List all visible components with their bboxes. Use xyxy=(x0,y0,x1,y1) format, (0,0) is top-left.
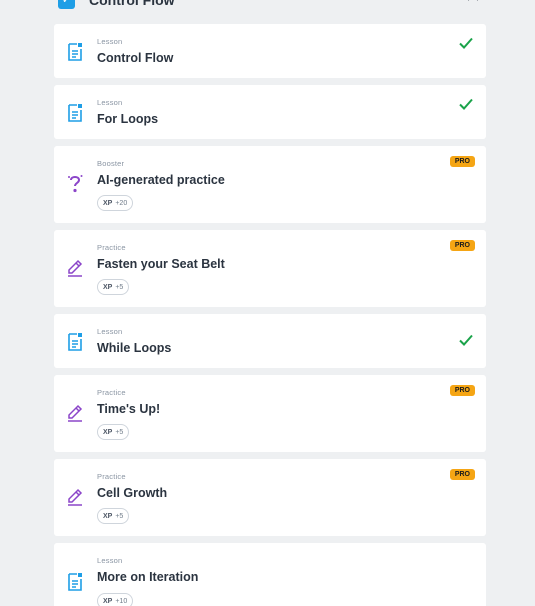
pro-badge: PRO xyxy=(449,240,475,251)
lesson-card-for-loops[interactable]: Lesson For Loops xyxy=(54,85,486,139)
lesson-icon xyxy=(68,333,82,351)
practice-card-fasten-your-seat-belt[interactable]: Practice Fasten your Seat Belt XP +5 PRO xyxy=(54,230,486,307)
pro-badge: PRO xyxy=(449,385,475,396)
question-icon xyxy=(68,175,83,193)
card-title: More on Iteration xyxy=(97,570,199,584)
xp-value: +5 xyxy=(115,512,124,520)
check-icon xyxy=(459,37,473,49)
check-icon xyxy=(459,334,473,346)
xp-label: XP xyxy=(103,512,113,520)
card-title: For Loops xyxy=(97,112,159,126)
pro-badge: PRO xyxy=(449,469,475,480)
card-title: AI-generated practice xyxy=(97,173,225,187)
xp-label: XP xyxy=(103,428,113,436)
card-title: While Loops xyxy=(97,341,172,355)
card-type: Booster xyxy=(97,159,125,168)
xp-badge: XP +5 xyxy=(97,508,130,524)
xp-badge: XP +20 xyxy=(97,195,134,211)
card-type: Practice xyxy=(97,388,126,397)
lesson-card-control-flow[interactable]: Lesson Control Flow xyxy=(54,24,486,78)
booster-card-ai-generated-practice[interactable]: Booster AI-generated practice XP +20 PRO xyxy=(54,146,486,223)
section-check-icon: ✓ xyxy=(58,0,75,9)
xp-label: XP xyxy=(103,597,113,605)
lesson-card-while-loops[interactable]: Lesson While Loops xyxy=(54,314,486,368)
card-title: Control Flow xyxy=(97,51,174,65)
card-title: Time's Up! xyxy=(97,402,161,416)
pencil-icon xyxy=(68,488,83,506)
xp-label: XP xyxy=(103,199,113,207)
lesson-icon xyxy=(68,43,82,61)
card-type: Practice xyxy=(97,472,126,481)
xp-label: XP xyxy=(103,283,113,291)
xp-badge: XP +5 xyxy=(97,424,130,440)
lesson-icon xyxy=(68,573,82,591)
section-header[interactable]: ✓ Control Flow xyxy=(54,0,486,9)
lesson-icon xyxy=(68,104,82,122)
lesson-card-more-on-iteration[interactable]: Lesson More on Iteration XP +10 xyxy=(54,543,486,606)
card-type: Practice xyxy=(97,243,126,252)
xp-value: +5 xyxy=(115,283,124,291)
pencil-icon xyxy=(68,259,83,277)
card-title: Fasten your Seat Belt xyxy=(97,257,225,271)
section-title: Control Flow xyxy=(89,0,175,8)
card-type: Lesson xyxy=(97,98,123,107)
xp-value: +5 xyxy=(115,428,124,436)
check-icon xyxy=(459,98,473,110)
card-type: Lesson xyxy=(97,556,123,565)
xp-value: +10 xyxy=(115,597,128,605)
xp-badge: XP +5 xyxy=(97,279,130,295)
chevron-up-icon[interactable] xyxy=(466,0,480,5)
practice-card-cell-growth[interactable]: Practice Cell Growth XP +5 PRO xyxy=(54,459,486,536)
practice-card-times-up[interactable]: Practice Time's Up! XP +5 PRO xyxy=(54,375,486,452)
xp-value: +20 xyxy=(115,199,128,207)
card-type: Lesson xyxy=(97,327,123,336)
pencil-icon xyxy=(68,404,83,422)
pro-badge: PRO xyxy=(449,156,475,167)
xp-badge: XP +10 xyxy=(97,593,134,606)
card-type: Lesson xyxy=(97,37,123,46)
card-title: Cell Growth xyxy=(97,486,168,500)
